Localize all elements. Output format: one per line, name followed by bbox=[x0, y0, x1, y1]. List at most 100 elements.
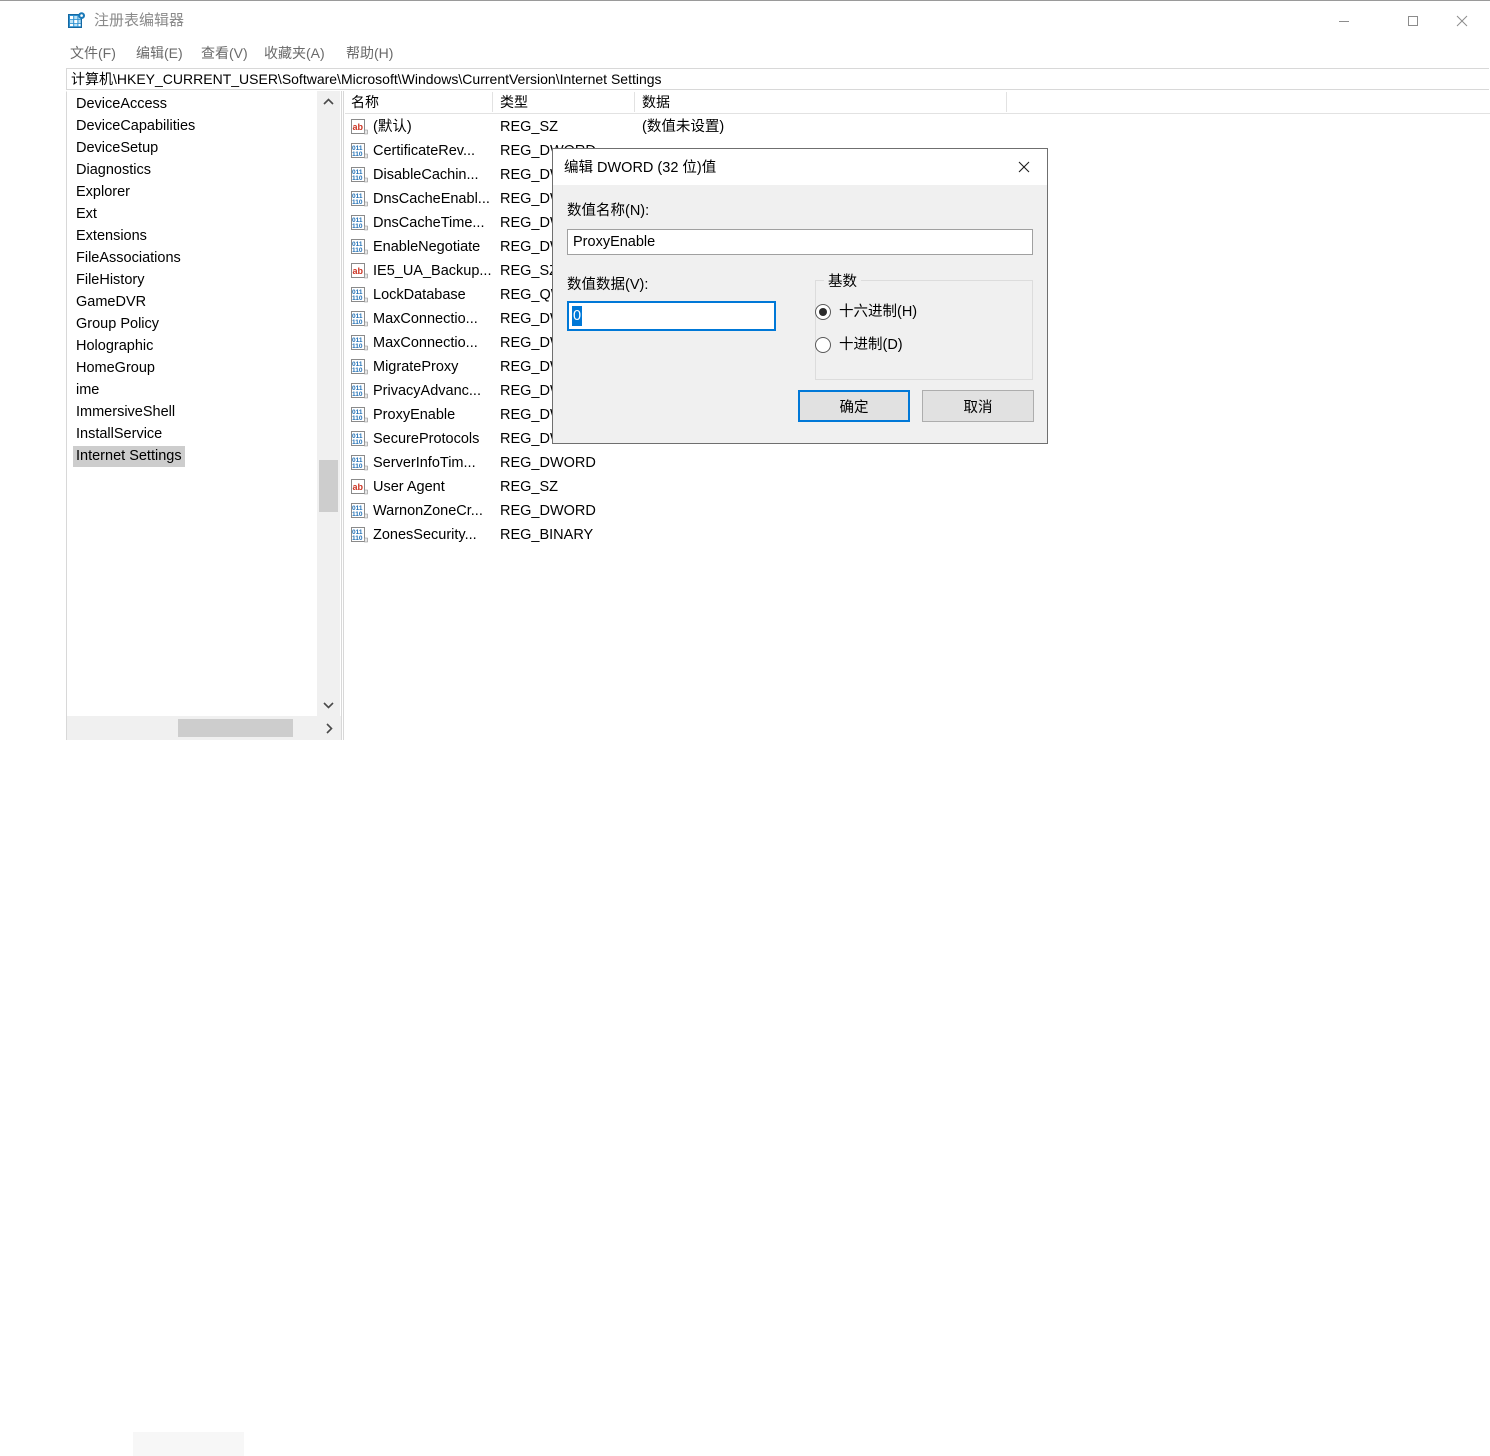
pane-resize-grip[interactable] bbox=[133, 1432, 244, 1456]
table-row[interactable]: 011 110 WarnonZoneCr... REG_DWORD bbox=[345, 499, 1490, 523]
maximize-button[interactable] bbox=[1390, 1, 1436, 41]
radio-hexadecimal-label: 十六进制(H) bbox=[839, 304, 918, 320]
svg-text:110: 110 bbox=[352, 511, 363, 518]
value-data-input[interactable]: 0 bbox=[567, 301, 776, 331]
tree-item-filehistory[interactable]: FileHistory bbox=[73, 270, 147, 291]
ok-button[interactable]: 确定 bbox=[798, 390, 910, 422]
table-row[interactable]: ab User Agent REG_SZ bbox=[345, 475, 1490, 499]
scroll-down-icon[interactable] bbox=[317, 694, 340, 716]
radio-selected-icon[interactable] bbox=[815, 304, 831, 320]
column-header-type[interactable]: 类型 bbox=[500, 93, 528, 111]
svg-text:110: 110 bbox=[352, 319, 363, 326]
tree-item-label: Extensions bbox=[76, 228, 147, 244]
value-data-cell: (数值未设置) bbox=[642, 119, 725, 135]
tree-item-label: DeviceCapabilities bbox=[76, 118, 196, 134]
value-name-cell: DisableCachin... bbox=[373, 167, 479, 183]
tree-item-label: Holographic bbox=[76, 338, 154, 354]
tree-item-ext[interactable]: Ext bbox=[73, 204, 100, 225]
tree-item-internet-settings[interactable]: Internet Settings bbox=[73, 446, 185, 467]
menu-item-help[interactable]: 帮助(H) bbox=[344, 43, 395, 63]
dword-value-icon: 011 110 bbox=[351, 335, 368, 351]
tree-item-ime[interactable]: ime bbox=[73, 380, 102, 401]
dialog-close-button[interactable] bbox=[1001, 149, 1047, 185]
dword-value-icon: 011 110 bbox=[351, 431, 368, 447]
tree-item-label: GameDVR bbox=[76, 294, 147, 310]
column-divider[interactable] bbox=[634, 92, 635, 112]
tree-item-label: Diagnostics bbox=[76, 162, 151, 178]
menu-item-edit[interactable]: 编辑(E) bbox=[134, 43, 185, 63]
tree-item-homegroup[interactable]: HomeGroup bbox=[73, 358, 158, 379]
tree-horizontal-scroll-thumb[interactable] bbox=[178, 719, 293, 737]
column-header-data[interactable]: 数据 bbox=[642, 93, 670, 111]
value-name-cell: MigrateProxy bbox=[373, 359, 459, 375]
cancel-button[interactable]: 取消 bbox=[922, 390, 1034, 422]
value-name-cell: (默认) bbox=[373, 119, 412, 135]
address-bar[interactable]: 计算机\HKEY_CURRENT_USER\Software\Microsoft… bbox=[66, 68, 1489, 90]
tree-vertical-scroll-thumb[interactable] bbox=[319, 460, 338, 512]
menu-item-file[interactable]: 文件(F) bbox=[68, 43, 118, 63]
scroll-right-icon[interactable] bbox=[317, 716, 341, 740]
registry-tree-pane[interactable]: DeviceAccess DeviceCapabilities DeviceSetu… bbox=[66, 91, 341, 716]
cancel-button-label: 取消 bbox=[963, 399, 993, 416]
tree-item-immersiveshell[interactable]: ImmersiveShell bbox=[73, 402, 178, 423]
table-row[interactable]: ab (默认) REG_SZ (数值未设置) bbox=[345, 115, 1490, 139]
tree-item-diagnostics[interactable]: Diagnostics bbox=[73, 160, 154, 181]
column-divider[interactable] bbox=[1006, 92, 1007, 112]
svg-text:110: 110 bbox=[352, 343, 363, 350]
dword-value-icon: 011 110 bbox=[351, 143, 368, 159]
close-button[interactable] bbox=[1439, 1, 1485, 41]
tree-horizontal-scrollbar[interactable] bbox=[66, 716, 341, 1456]
svg-text:110: 110 bbox=[352, 175, 363, 182]
tree-item-extensions[interactable]: Extensions bbox=[73, 226, 150, 247]
value-name-cell: ZonesSecurity... bbox=[373, 527, 477, 543]
dword-value-icon: 011 110 bbox=[351, 527, 368, 543]
tree-item-label: Ext bbox=[76, 206, 97, 222]
tree-item-fileassociations[interactable]: FileAssociations bbox=[73, 248, 184, 269]
value-type-cell: REG_DWORD bbox=[500, 455, 596, 471]
tree-item-installservice[interactable]: InstallService bbox=[73, 424, 165, 445]
scroll-up-icon[interactable] bbox=[317, 91, 340, 113]
tree-item-devicesetup[interactable]: DeviceSetup bbox=[73, 138, 161, 159]
tree-item-group-policy[interactable]: Group Policy bbox=[73, 314, 162, 335]
menu-item-view[interactable]: 查看(V) bbox=[199, 43, 250, 63]
tree-item-label: FileHistory bbox=[76, 272, 145, 288]
tree-item-label: FileAssociations bbox=[76, 250, 181, 266]
tree-vertical-scrollbar[interactable] bbox=[317, 91, 340, 716]
svg-text:110: 110 bbox=[352, 535, 363, 542]
value-name-cell: WarnonZoneCr... bbox=[373, 503, 483, 519]
value-name-input[interactable]: ProxyEnable bbox=[567, 229, 1033, 255]
radio-unselected-icon[interactable] bbox=[815, 337, 831, 353]
tree-item-label: DeviceAccess bbox=[76, 96, 168, 112]
value-name-cell: SecureProtocols bbox=[373, 431, 480, 447]
value-name-cell: CertificateRev... bbox=[373, 143, 476, 159]
svg-text:110: 110 bbox=[352, 199, 363, 206]
value-name-cell: MaxConnectio... bbox=[373, 335, 478, 351]
svg-text:110: 110 bbox=[352, 439, 363, 446]
table-row[interactable]: 011 110 ZonesSecurity... REG_BINARY bbox=[345, 523, 1490, 547]
menu-item-favorites[interactable]: 收藏夹(A) bbox=[262, 43, 327, 63]
dialog-title-bar: 编辑 DWORD (32 位)值 bbox=[553, 149, 1047, 185]
svg-text:ab: ab bbox=[353, 482, 364, 492]
pane-splitter[interactable] bbox=[341, 91, 344, 740]
list-column-headers: 名称 类型 数据 bbox=[345, 91, 1490, 114]
value-data-text: 0 bbox=[572, 306, 583, 326]
registry-editor-icon bbox=[68, 12, 86, 30]
column-divider[interactable] bbox=[492, 92, 493, 112]
tree-item-devicecapabilities[interactable]: DeviceCapabilities bbox=[73, 116, 198, 137]
tree-item-gamedvr[interactable]: GameDVR bbox=[73, 292, 149, 313]
svg-text:110: 110 bbox=[352, 367, 363, 374]
svg-text:ab: ab bbox=[353, 266, 364, 276]
tree-item-explorer[interactable]: Explorer bbox=[73, 182, 133, 203]
column-header-name[interactable]: 名称 bbox=[351, 93, 379, 111]
minimize-button[interactable] bbox=[1321, 1, 1367, 41]
window-title: 注册表编辑器 bbox=[94, 12, 185, 29]
value-name-cell: DnsCacheTime... bbox=[373, 215, 485, 231]
tree-item-deviceaccess[interactable]: DeviceAccess bbox=[73, 94, 170, 115]
dword-value-icon: 011 110 bbox=[351, 167, 368, 183]
dword-value-icon: 011 110 bbox=[351, 407, 368, 423]
tree-item-holographic[interactable]: Holographic bbox=[73, 336, 156, 357]
table-row[interactable]: 011 110 ServerInfoTim... REG_DWORD bbox=[345, 451, 1490, 475]
tree-item-label: Group Policy bbox=[76, 316, 160, 332]
radio-decimal-label: 十进制(D) bbox=[839, 337, 903, 353]
value-name-cell: EnableNegotiate bbox=[373, 239, 481, 255]
